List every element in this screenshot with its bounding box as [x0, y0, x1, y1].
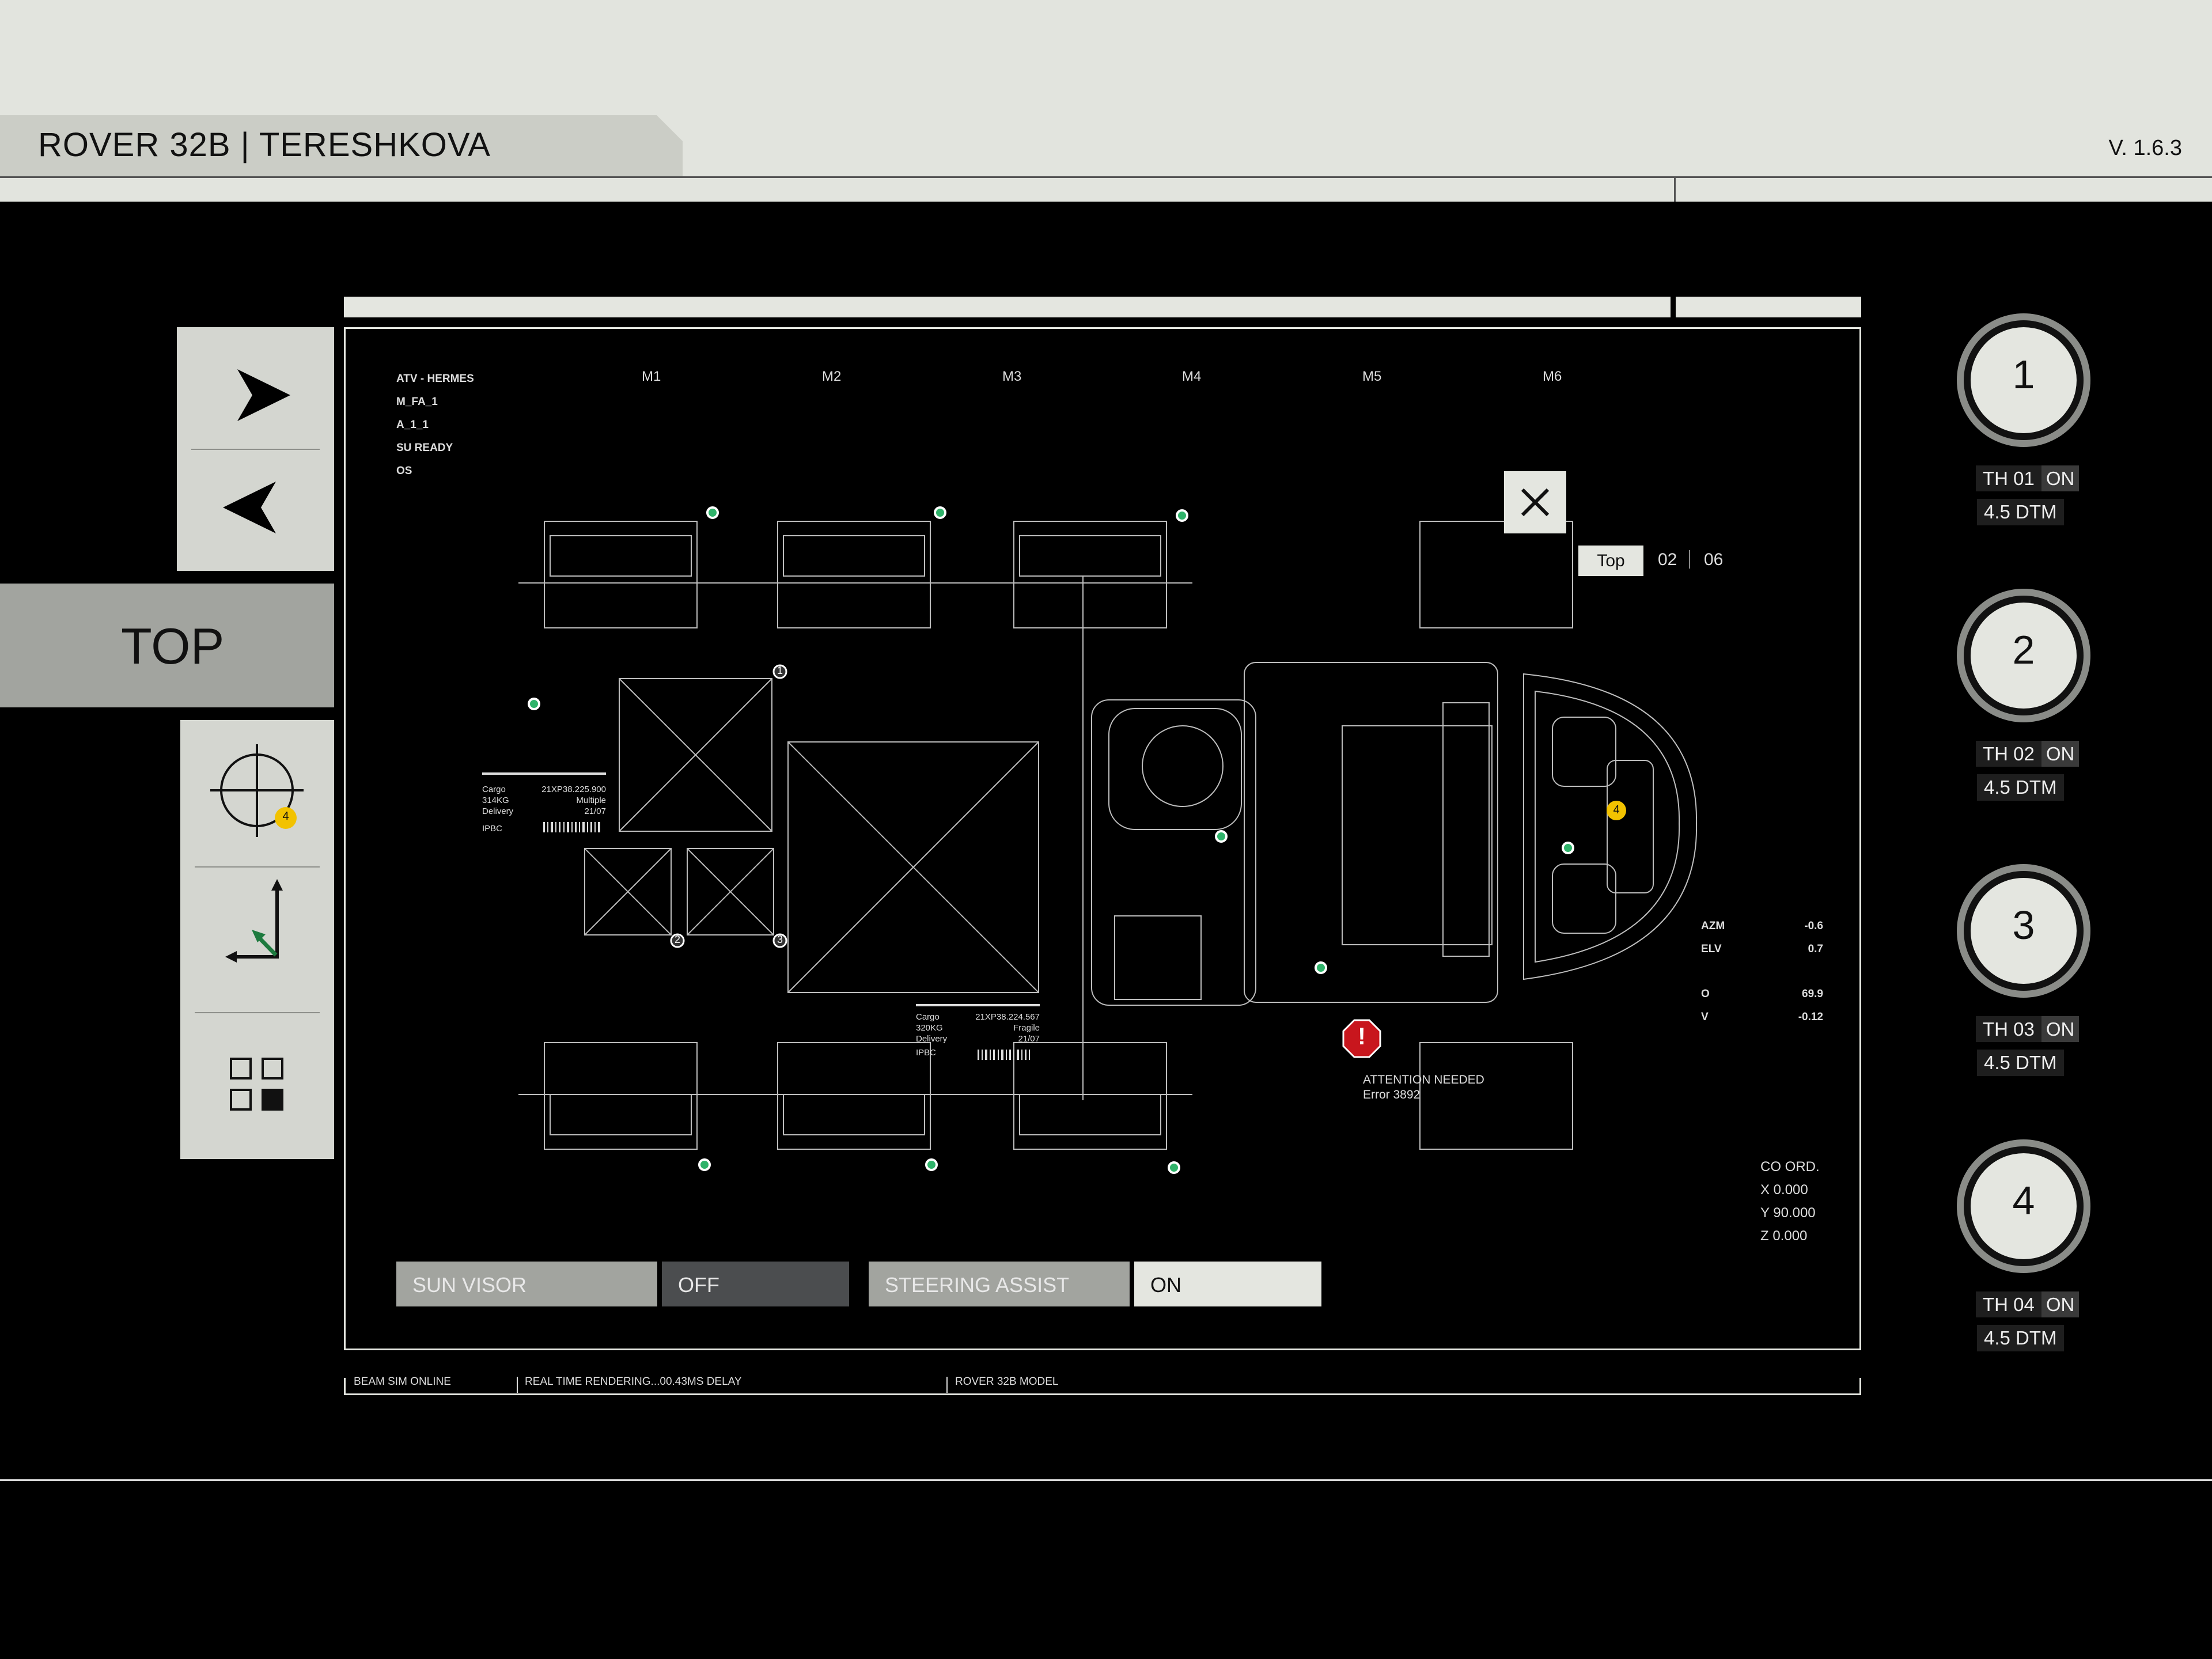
sun-visor-label: SUN VISOR [396, 1262, 657, 1306]
thruster-2-value: 4.5 DTM [1977, 774, 2064, 801]
steering-assist-toggle[interactable]: ON [1134, 1262, 1321, 1306]
coords-z: Z 0.000 [1760, 1228, 1808, 1244]
thruster-4-name: TH 04 [1976, 1291, 2041, 1317]
coords-x: X 0.000 [1760, 1182, 1808, 1198]
thruster-2-name: TH 02 [1976, 741, 2041, 767]
telemetry-azm-value: -0.6 [1804, 920, 1823, 932]
telemetry-v-value: -0.12 [1798, 1011, 1823, 1023]
view-divider [1689, 550, 1690, 569]
status-divider [517, 1377, 518, 1393]
cargo-a-date: 21/07 [584, 806, 606, 816]
hotspot-badge[interactable]: 4 [1609, 804, 1623, 817]
sun-visor-toggle[interactable]: OFF [662, 1262, 849, 1306]
thruster-3-ring: 3 [1957, 864, 2090, 998]
cargo-b-code: 21XP38.224.567 [975, 1012, 1040, 1022]
thruster-2[interactable]: 2 [1957, 589, 2090, 722]
coords-y: Y 90.000 [1760, 1205, 1816, 1221]
thruster-4-number: 4 [2012, 1178, 2035, 1223]
thruster-3-name: TH 03 [1976, 1016, 2041, 1042]
close-icon [1521, 488, 1550, 517]
marker-3[interactable]: 3 [774, 934, 786, 946]
cargo-a-tag: IPBC [482, 824, 503, 834]
thruster-1[interactable]: 1 [1957, 313, 2090, 447]
steering-assist-label: STEERING ASSIST [869, 1262, 1130, 1306]
alert-code: Error 3892 [1363, 1088, 1421, 1101]
thruster-4-state[interactable]: ON [2041, 1291, 2080, 1317]
alert-glyph: ! [1358, 1022, 1366, 1050]
thruster-1-status: TH 01 ON [1976, 465, 2080, 491]
cargo-b-delivery: Delivery [916, 1034, 948, 1044]
telemetry-o-label: O [1701, 988, 1710, 1000]
thruster-2-ring: 2 [1957, 589, 2090, 722]
thruster-4-status: TH 04 ON [1976, 1291, 2080, 1317]
cargo-a-note: Multiple [576, 796, 606, 805]
coords-title: CO ORD. [1760, 1159, 1820, 1175]
rover-blueprint [482, 506, 1698, 1174]
view-total: 06 [1704, 550, 1724, 569]
status-divider [946, 1377, 948, 1393]
status-beam-sim: BEAM SIM ONLINE [354, 1376, 451, 1388]
alert-message: ATTENTION NEEDED Error 3892 [1363, 1073, 1484, 1103]
thruster-4-value: 4.5 DTM [1977, 1325, 2064, 1351]
thruster-4-ring: 4 [1957, 1139, 2090, 1273]
cargo-a-delivery: Delivery [482, 806, 514, 816]
cargo-a-weight: 314KG [482, 796, 509, 805]
barcode-a [543, 822, 600, 832]
cargo-b-type: Cargo [916, 1012, 940, 1022]
thruster-3-status: TH 03 ON [1976, 1016, 2080, 1042]
cargo-b-note: Fragile [1013, 1023, 1040, 1033]
thruster-3-state[interactable]: ON [2041, 1016, 2080, 1042]
thruster-3-value: 4.5 DTM [1977, 1050, 2064, 1076]
telemetry-elv-value: 0.7 [1808, 943, 1823, 955]
marker-1[interactable]: 1 [774, 665, 786, 677]
thruster-2-number: 2 [2012, 627, 2035, 672]
telemetry-azm-label: AZM [1701, 920, 1725, 932]
thruster-1-ring: 1 [1957, 313, 2090, 447]
telemetry-elv-label: ELV [1701, 943, 1722, 955]
thruster-1-name: TH 01 [1976, 465, 2041, 491]
cargo-b-tag: IPBC [916, 1048, 937, 1058]
thruster-1-value: 4.5 DTM [1977, 499, 2064, 525]
telemetry-o-value: 69.9 [1802, 988, 1823, 1000]
cargo-b-weight: 320KG [916, 1023, 943, 1033]
barcode-b [978, 1050, 1030, 1060]
view-selector-button[interactable]: Top [1578, 546, 1643, 576]
thruster-2-state[interactable]: ON [2041, 741, 2080, 767]
thruster-3-number: 3 [2012, 903, 2035, 948]
marker-2[interactable]: 2 [671, 934, 684, 946]
thruster-3[interactable]: 3 [1957, 864, 2090, 998]
status-model: ROVER 32B MODEL [955, 1376, 1059, 1388]
alert-title: ATTENTION NEEDED [1363, 1073, 1484, 1086]
view-current: 02 [1658, 550, 1677, 569]
cargo-b-date: 21/07 [1018, 1034, 1040, 1044]
wheel-shape [544, 521, 698, 628]
cargo-a-code: 21XP38.225.900 [541, 785, 606, 794]
coordinates-panel: CO ORD. X 0.000 Y 90.000 Z 0.000 [1760, 1156, 1820, 1248]
thruster-2-status: TH 02 ON [1976, 741, 2080, 767]
status-rendering: REAL TIME RENDERING...00.43MS DELAY [525, 1376, 742, 1388]
close-button[interactable] [1504, 471, 1566, 533]
thruster-1-number: 1 [2012, 352, 2035, 397]
thruster-4[interactable]: 4 [1957, 1139, 2090, 1273]
thruster-1-state[interactable]: ON [2041, 465, 2080, 491]
cargo-a-type: Cargo [482, 785, 506, 794]
telemetry-v-label: V [1701, 1011, 1709, 1023]
